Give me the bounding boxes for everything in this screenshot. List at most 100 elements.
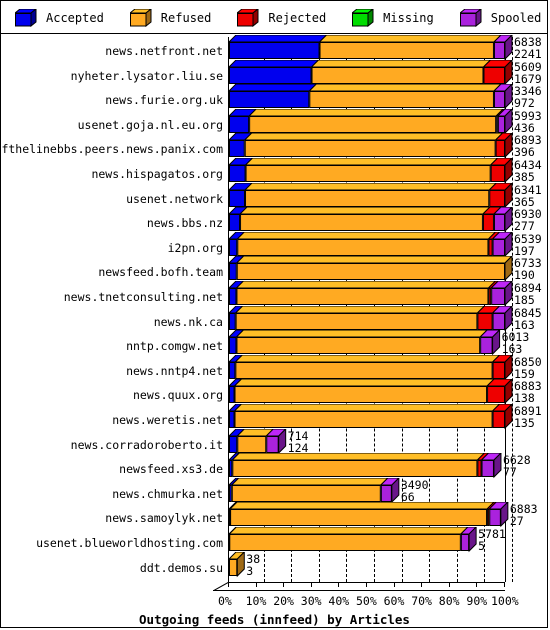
bar-total-value: 38 (246, 551, 261, 566)
bar-sub-value: 365 (514, 194, 535, 209)
cube-icon (13, 7, 38, 27)
x-axis-tick-label: 50% (356, 594, 377, 608)
stacked-bar (227, 59, 513, 85)
table-row[interactable]: 6893 396 (1, 133, 548, 159)
table-row[interactable]: 6930 277 (1, 207, 548, 234)
stacked-bar (227, 281, 513, 307)
stacked-bar (227, 404, 513, 430)
legend-item-spooled[interactable]: Spooled (458, 7, 542, 27)
stacked-bar (227, 502, 509, 528)
cube-icon (235, 7, 260, 27)
table-row[interactable]: 3490 66 (1, 477, 548, 504)
table-row[interactable]: 38 3 (1, 551, 548, 577)
legend-item-refused[interactable]: Refused (128, 7, 212, 27)
bar-sub-value: 197 (514, 243, 535, 258)
bar-total-value: 714 (287, 428, 309, 443)
table-row[interactable]: 6013 163 (1, 330, 548, 357)
stacked-bar (227, 182, 513, 208)
stacked-bar (227, 379, 513, 405)
stacked-bar (227, 108, 513, 135)
table-row[interactable]: 6628 77 (1, 453, 548, 480)
table-row[interactable]: 714 124 (1, 428, 548, 454)
table-row[interactable]: 6341 365 (1, 182, 548, 209)
legend-item-rejected[interactable]: Rejected (235, 7, 327, 27)
bar-sub-value: 163 (514, 317, 535, 332)
stacked-bar (227, 231, 513, 258)
bar-sub-value: 138 (514, 391, 535, 406)
x-axis-tick (476, 582, 478, 587)
stacked-bar (227, 354, 513, 381)
bar-sub-value: 5 (478, 539, 486, 553)
x-axis-tick (504, 582, 505, 587)
x-axis-tick (421, 582, 423, 587)
table-row[interactable]: 6539 197 (1, 231, 548, 258)
x-axis-tick-label: 70% (411, 594, 432, 608)
bar-sub-value: 1679 (514, 71, 542, 86)
bar-sub-value: 277 (514, 219, 535, 234)
bar-sub-value: 27 (509, 514, 524, 529)
x-axis-tick (310, 582, 312, 587)
stacked-bar (227, 256, 513, 282)
x-axis-tick-label: 30% (300, 594, 322, 608)
bar-sub-value: 436 (514, 120, 535, 135)
chart-screenshot: Accepted Refused Rejected Missing Spooled ne… (0, 0, 550, 630)
stacked-bar (227, 453, 502, 479)
bar-total-value: 6341 (514, 182, 542, 197)
x-axis-front-line (213, 590, 505, 591)
bar-sub-value: 163 (501, 342, 523, 357)
x-axis-tick (255, 582, 257, 587)
legend-label: Missing (383, 10, 434, 25)
table-row[interactable]: 3346 972 (1, 84, 548, 111)
x-axis-tick (393, 582, 395, 587)
table-row[interactable]: 6733 190 (1, 256, 548, 283)
x-axis-tick-label: 60% (383, 594, 405, 608)
bar-total-value: 6845 (514, 305, 542, 320)
table-row[interactable]: 6894 185 (1, 281, 548, 307)
table-row[interactable]: 5609 1679 (1, 59, 548, 86)
legend-label: Refused (160, 10, 212, 25)
table-row[interactable]: 5781 5 (1, 527, 548, 553)
stacked-bar (227, 551, 245, 577)
x-axis-tick (338, 582, 340, 587)
bars-container: 6838 2241 5609 1679 3346 972 5993 436 6893 396 643… (1, 34, 548, 579)
cube-icon (458, 7, 483, 27)
bar-sub-value: 190 (514, 268, 535, 283)
stacked-bar (227, 330, 501, 356)
stacked-bar (227, 477, 400, 504)
x-axis-tick-label: 100% (491, 594, 519, 608)
table-row[interactable]: 5993 436 (1, 108, 548, 135)
bar-sub-value: 135 (514, 416, 535, 430)
bar-sub-value: 972 (514, 96, 535, 111)
cube-icon (350, 7, 375, 27)
x-axis-tick-label: 0% (218, 594, 232, 608)
x-axis-tick-label: 20% (273, 594, 294, 608)
stacked-bar (227, 428, 287, 454)
stacked-bar (227, 158, 513, 184)
x-axis-tick-label: 10% (245, 594, 267, 608)
bar-sub-value: 77 (502, 465, 517, 480)
table-row[interactable]: 6850 159 (1, 354, 548, 381)
legend-item-accepted[interactable]: Accepted (13, 7, 104, 27)
stacked-bar (227, 207, 513, 233)
legend-item-missing[interactable]: Missing (350, 7, 434, 27)
legend-label: Spooled (490, 10, 542, 25)
x-axis-tick-label: 80% (438, 594, 460, 608)
table-row[interactable]: 6883 27 (1, 502, 548, 529)
x-axis-tick (283, 582, 285, 587)
stacked-bar (227, 305, 513, 331)
bar-sub-value: 159 (514, 366, 535, 381)
x-axis-tick (448, 582, 450, 587)
table-row[interactable]: 6891 135 (1, 404, 548, 430)
legend-label: Rejected (268, 10, 327, 25)
table-row[interactable]: 6883 138 (1, 379, 548, 406)
legend-items: Accepted Refused Rejected Missing Spooled (1, 1, 548, 34)
x-axis-tick (366, 582, 367, 587)
x-axis-tick-label: 90% (466, 594, 488, 608)
table-row[interactable]: 6845 163 (1, 305, 548, 332)
stacked-bar (227, 527, 477, 553)
x-axis-tick-label: 40% (328, 594, 350, 608)
table-row[interactable]: 6434 385 (1, 158, 548, 184)
stacked-bar (227, 133, 513, 159)
table-row[interactable]: 6838 2241 (1, 35, 548, 61)
bar-sub-value: 66 (400, 489, 415, 504)
